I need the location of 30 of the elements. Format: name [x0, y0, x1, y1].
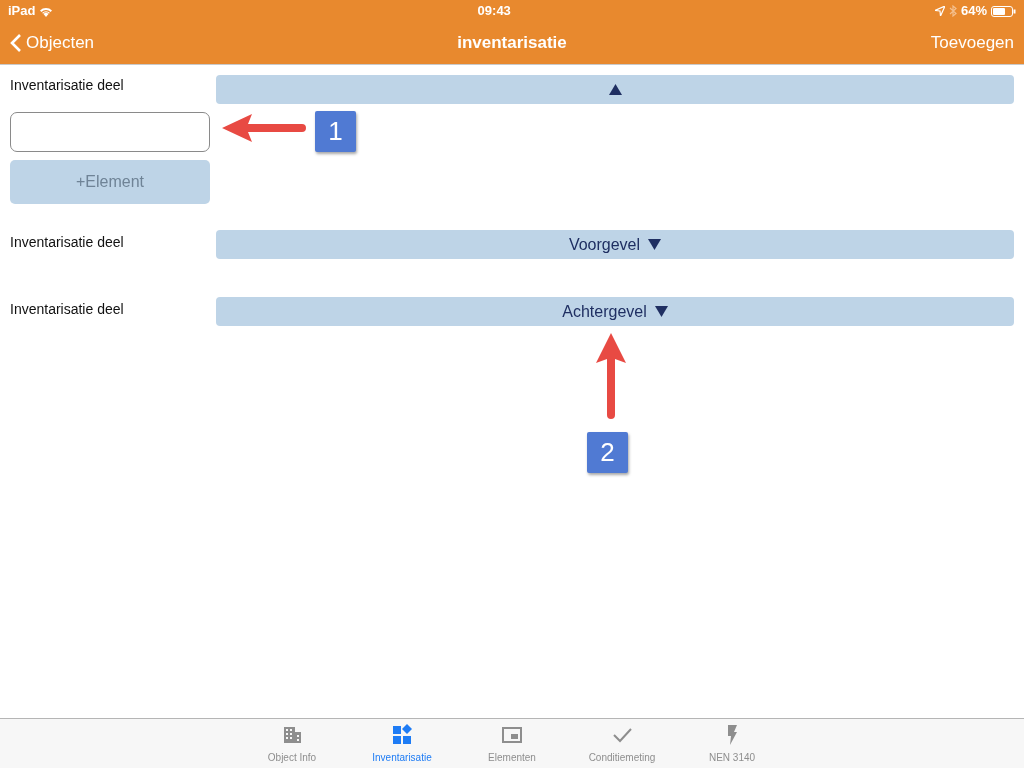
bluetooth-icon — [948, 5, 957, 17]
battery-icon — [991, 5, 1016, 17]
annotation-number: 2 — [587, 432, 628, 473]
location-arrow-icon — [934, 6, 945, 16]
tab-bar-item[interactable]: Inventarisatie — [347, 719, 457, 768]
wifi-icon — [39, 5, 54, 17]
device-name: iPad — [8, 2, 36, 21]
tab-bar-item[interactable]: Elementen — [457, 719, 567, 768]
back-button[interactable]: Objecten — [10, 30, 95, 56]
expand-triangle-icon — [648, 239, 662, 250]
back-chevron-icon — [10, 33, 22, 53]
picture-frame-icon — [501, 724, 523, 746]
clock-time: 09:43 — [477, 2, 511, 21]
tab-bar-item[interactable]: Object Info — [237, 719, 347, 768]
screen-title: inventarisatie — [457, 32, 567, 55]
section-label: Inventarisatie deel — [10, 76, 125, 95]
add-button[interactable]: Toevoegen — [930, 30, 1014, 56]
expand-triangle-icon — [654, 306, 668, 317]
input-field[interactable] — [10, 112, 210, 152]
section-header[interactable]: Achtergevel — [216, 297, 1014, 326]
building-icon — [281, 724, 303, 746]
section-label: Inventarisatie deel — [10, 300, 125, 319]
section-label: Inventarisatie deel — [10, 233, 125, 252]
annotation-number: 1 — [315, 111, 356, 152]
section-header[interactable]: Voorgevel — [216, 230, 1014, 259]
collapse-triangle-icon — [608, 84, 622, 95]
squares-icon — [391, 724, 413, 746]
tab-bar-item[interactable]: Conditiemeting — [567, 719, 677, 768]
battery-percent: 64% — [960, 2, 987, 21]
tab-bar-item[interactable]: NEN 3140 — [677, 719, 787, 768]
